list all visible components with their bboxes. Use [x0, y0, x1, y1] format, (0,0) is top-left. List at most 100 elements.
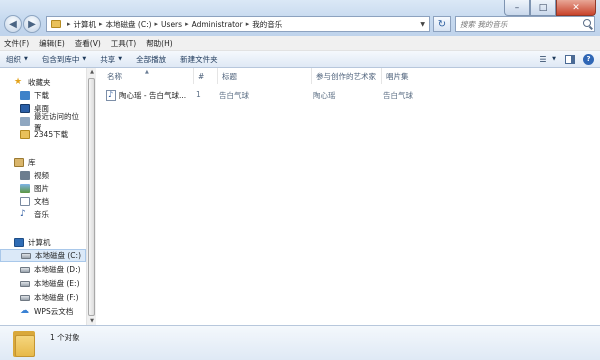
nav-pictures[interactable]: 图片: [0, 182, 86, 195]
menu-file[interactable]: 文件(F): [4, 38, 29, 49]
nav-label: 本地磁盘 (E:): [34, 279, 80, 288]
share-button[interactable]: 共享 ▼: [100, 54, 122, 65]
new-folder-label: 新建文件夹: [180, 54, 218, 64]
column-label: 标题: [222, 71, 237, 81]
nav-wps-cloud[interactable]: ☁ WPS云文档: [0, 305, 86, 318]
music-file-icon: [106, 90, 116, 101]
new-folder-button[interactable]: 新建文件夹: [180, 54, 218, 65]
breadcrumb-computer[interactable]: 计算机: [74, 19, 97, 30]
address-bar[interactable]: ▸ 计算机 ▸ 本地磁盘 (C:) ▸ Users ▸ Administrato…: [46, 16, 430, 32]
menu-view[interactable]: 查看(V): [75, 38, 101, 49]
artist-cell: 陶心瑶: [313, 91, 336, 100]
file-list: ▲ 名称 # 标题 参与创作的艺术家 唱片集 陶心瑶 - 告白气球... 1 告…: [97, 68, 600, 325]
nav-drive-f[interactable]: 本地磁盘 (F:): [0, 291, 86, 304]
nav-label: 收藏夹: [28, 78, 51, 87]
item-count: 1 个对象: [50, 333, 80, 342]
arrow-right-icon: ▶: [28, 18, 36, 30]
column-label: 唱片集: [386, 71, 409, 81]
chevron-down-icon: ▼: [82, 56, 87, 62]
help-icon[interactable]: ?: [583, 53, 594, 65]
search-icon[interactable]: [583, 19, 591, 27]
scroll-up-icon[interactable]: ▲: [87, 69, 97, 75]
nav-drive-c[interactable]: 本地磁盘 (C:): [0, 249, 86, 262]
nav-libraries[interactable]: 库: [0, 156, 86, 169]
search-box[interactable]: [455, 16, 595, 32]
column-label: 名称: [107, 71, 122, 81]
nav-drive-e[interactable]: 本地磁盘 (E:): [0, 277, 86, 290]
chevron-right-icon[interactable]: ▸: [185, 20, 189, 28]
back-button[interactable]: ◀: [4, 15, 22, 33]
download-folder-icon: [20, 91, 30, 100]
play-all-button[interactable]: 全部播放: [136, 54, 166, 65]
window-controls: – □ ✕: [504, 0, 596, 16]
library-icon: [14, 158, 24, 167]
nav-label: 2345下载: [34, 130, 69, 139]
preview-pane-icon[interactable]: [565, 54, 575, 64]
column-header-album[interactable]: 唱片集: [381, 68, 451, 84]
table-row[interactable]: 陶心瑶 - 告白气球... 1 告白气球 陶心瑶 告白气球: [105, 88, 595, 102]
chevron-right-icon[interactable]: ▸: [246, 20, 250, 28]
navigation-pane: ★ 收藏夹 下载 桌面 最近访问的位置 2345下载 库 视频 图片 文档 ♪ …: [0, 68, 96, 325]
file-name: 陶心瑶 - 告白气球...: [119, 91, 187, 100]
music-library-icon: ♪: [20, 209, 26, 219]
breadcrumb-my-music[interactable]: 我的音乐: [252, 19, 282, 30]
minimize-button[interactable]: –: [504, 0, 530, 16]
chevron-down-icon[interactable]: ▼: [551, 53, 557, 65]
video-library-icon: [20, 171, 30, 180]
view-controls: ☰ ▼ ?: [528, 53, 594, 65]
folder-icon: [51, 20, 61, 28]
nav-drive-d[interactable]: 本地磁盘 (D:): [0, 263, 86, 276]
column-header-title[interactable]: 标题: [217, 68, 311, 84]
computer-icon: [14, 238, 24, 247]
breadcrumb-drive-c[interactable]: 本地磁盘 (C:): [106, 19, 152, 30]
column-header-name[interactable]: 名称: [107, 68, 193, 84]
nav-label: 视频: [34, 171, 49, 180]
scroll-down-icon[interactable]: ▼: [87, 318, 97, 324]
maximize-button[interactable]: □: [530, 0, 556, 16]
menu-edit[interactable]: 编辑(E): [39, 38, 65, 49]
drive-icon: [20, 266, 30, 273]
breadcrumb-users[interactable]: Users: [161, 20, 182, 29]
refresh-button[interactable]: ↻: [433, 16, 451, 32]
organize-button[interactable]: 组织 ▼: [6, 54, 28, 65]
column-header-number[interactable]: #: [193, 68, 217, 84]
include-in-library-label: 包含到库中: [41, 54, 80, 64]
command-bar: 组织 ▼ 包含到库中 ▼ 共享 ▼ 全部播放 新建文件夹 ☰ ▼ ?: [0, 51, 600, 68]
forward-button[interactable]: ▶: [23, 15, 41, 33]
picture-library-icon: [20, 184, 30, 193]
scrollbar-thumb[interactable]: [88, 78, 95, 316]
nav-label: 音乐: [34, 210, 49, 219]
nav-documents[interactable]: 文档: [0, 195, 86, 208]
chevron-down-icon[interactable]: ▼: [420, 21, 425, 28]
chevron-right-icon[interactable]: ▸: [99, 20, 103, 28]
nav-downloads[interactable]: 下载: [0, 89, 86, 102]
chevron-right-icon[interactable]: ▸: [67, 20, 71, 28]
nav-videos[interactable]: 视频: [0, 169, 86, 182]
album-cell: 告白气球: [383, 91, 413, 100]
nav-computer[interactable]: 计算机: [0, 236, 86, 249]
nav-recent-places[interactable]: 最近访问的位置: [0, 112, 86, 132]
include-in-library-button[interactable]: 包含到库中 ▼: [42, 54, 86, 65]
menu-help[interactable]: 帮助(H): [146, 38, 173, 49]
column-label: #: [198, 71, 205, 81]
nav-label: 本地磁盘 (C:): [35, 251, 81, 260]
nav-2345-downloads[interactable]: 2345下载: [0, 128, 86, 141]
file-name-cell: 陶心瑶 - 告白气球...: [106, 90, 186, 101]
search-input[interactable]: [460, 19, 582, 29]
nav-music[interactable]: ♪ 音乐: [0, 208, 86, 221]
arrow-left-icon: ◀: [9, 18, 17, 30]
chevron-right-icon[interactable]: ▸: [155, 20, 159, 28]
details-pane: 1 个对象: [0, 325, 600, 360]
nav-favorites[interactable]: ★ 收藏夹: [0, 76, 86, 89]
menu-tools[interactable]: 工具(T): [111, 38, 136, 49]
view-options-icon[interactable]: ☰: [536, 53, 550, 65]
minimize-icon: –: [514, 2, 520, 13]
folder-icon: [13, 329, 35, 357]
close-button[interactable]: ✕: [556, 0, 596, 16]
column-header-artist[interactable]: 参与创作的艺术家: [311, 68, 381, 84]
nav-label: 计算机: [28, 238, 51, 247]
breadcrumb-administrator[interactable]: Administrator: [192, 20, 243, 29]
navigation-scrollbar[interactable]: ▲ ▼: [86, 68, 96, 325]
title-bar: – □ ✕ ◀ ▶ ▸ 计算机 ▸ 本地磁盘 (C:) ▸ Users ▸ Ad…: [0, 0, 600, 36]
chevron-down-icon: ▼: [24, 56, 28, 62]
